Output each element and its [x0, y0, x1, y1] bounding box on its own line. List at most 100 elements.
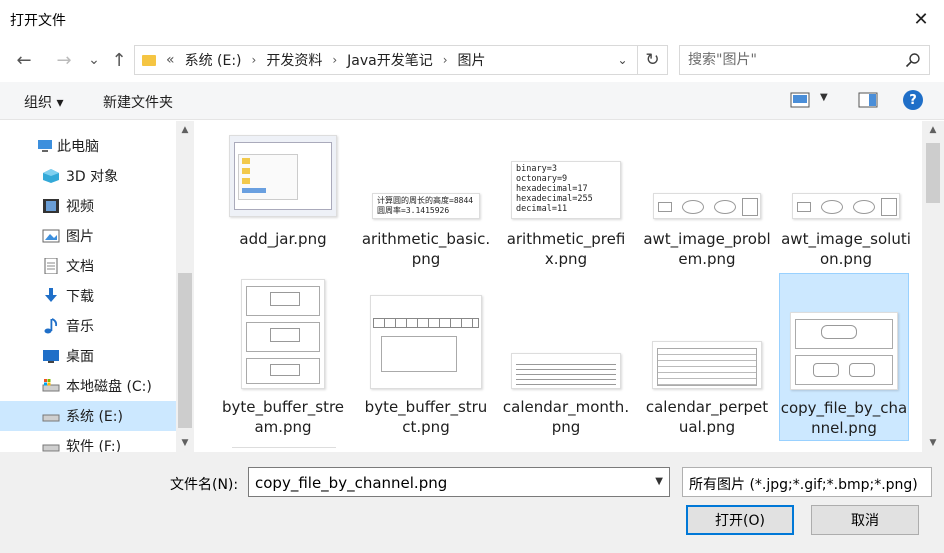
file-name: byte_buffer_struct.png	[364, 398, 488, 436]
download-icon	[45, 288, 57, 302]
address-history-button[interactable]: ⌄	[611, 46, 633, 74]
sidebar-item-drive-c[interactable]: 本地磁盘 (C:)	[0, 371, 176, 401]
sidebar-item-label: 视频	[66, 199, 94, 215]
sidebar-item-pictures[interactable]: 图片	[0, 221, 176, 251]
sidebar-item-label: 下载	[66, 289, 94, 305]
file-item[interactable]: awt_image_solution.png	[781, 121, 911, 289]
image-thumbnail	[790, 312, 898, 390]
cancel-button[interactable]: 取消	[811, 505, 919, 535]
change-view-icon[interactable]	[790, 92, 810, 108]
file-item[interactable]: byte_buffer_struct.png	[361, 273, 491, 441]
close-icon: ✕	[913, 8, 929, 30]
image-thumbnail	[511, 353, 621, 389]
file-name: awt_image_problem.png	[643, 230, 771, 268]
search-input[interactable]	[680, 46, 900, 74]
file-item[interactable]: add_jar.png	[218, 121, 348, 289]
chevron-down-icon[interactable]: ▼	[655, 476, 663, 487]
breadcrumb-separator[interactable]: ›	[443, 53, 448, 67]
sidebar-item-drive-f[interactable]: 软件 (F:)	[0, 431, 176, 452]
back-arrow-icon: ←	[16, 49, 32, 71]
open-button[interactable]: 打开(O)	[686, 505, 794, 535]
sidebar-item-drive-e[interactable]: 系统 (E:)	[0, 401, 176, 431]
window-title: 打开文件	[10, 13, 66, 29]
breadcrumb-separator[interactable]: ›	[252, 53, 257, 67]
sidebar-item-videos[interactable]: 视频	[0, 191, 176, 221]
back-button[interactable]: ←	[12, 48, 36, 72]
image-thumbnail: binary=3 octonary=9 hexadecimal=17 hexad…	[511, 161, 621, 219]
file-name: copy_file_by_channel.png	[780, 399, 908, 437]
sidebar-item-label: 软件 (F:)	[66, 439, 122, 452]
navigation-bar: ← → ⌄ ↑ « 系统 (E:) › 开发资料 › Java开发笔记 › 图片…	[0, 38, 944, 82]
refresh-button[interactable]: ↻	[637, 46, 667, 74]
file-item[interactable]: calendar_perpetual.png	[642, 273, 772, 441]
up-button[interactable]: ↑	[107, 48, 131, 72]
file-type-select[interactable]: 所有图片 (*.jpg;*.gif;*.bmp;*.png)	[682, 467, 932, 497]
view-options-chevron-icon[interactable]: ▼	[820, 92, 828, 103]
navigation-pane: 此电脑 3D 对象 视频 图片 文档 下载 音乐 桌面 本地磁盘 (C:) 系统…	[0, 121, 176, 452]
sidebar-item-documents[interactable]: 文档	[0, 251, 176, 281]
sidebar-item-3d-objects[interactable]: 3D 对象	[0, 161, 176, 191]
scroll-up-icon[interactable]: ▲	[176, 121, 194, 139]
dialog-footer: 文件名(N): copy_file_by_channel.png ▼ 所有图片 …	[0, 452, 944, 553]
music-icon	[44, 318, 58, 334]
breadcrumb-separator[interactable]: ›	[332, 53, 337, 67]
3d-objects-icon	[43, 169, 59, 183]
picture-icon	[42, 229, 60, 243]
scrollbar-thumb[interactable]	[926, 143, 940, 203]
scroll-down-icon[interactable]: ▼	[924, 434, 942, 452]
file-item[interactable]: awt_image_problem.png	[642, 121, 772, 289]
file-list-scrollbar[interactable]: ▲ ▼	[922, 121, 944, 452]
sidebar-item-this-pc[interactable]: 此电脑	[0, 131, 176, 161]
document-icon	[44, 258, 58, 274]
drive-icon	[42, 379, 60, 392]
scroll-down-icon[interactable]: ▼	[176, 434, 194, 452]
file-item[interactable]: copy_file_by_channel.png	[779, 273, 909, 441]
sidebar-item-desktop[interactable]: 桌面	[0, 341, 176, 371]
file-item[interactable]: 计算圆的周长的高度=8844 圆周率=3.1415926 arithmetic_…	[361, 121, 491, 289]
image-thumbnail	[241, 279, 325, 389]
chevron-down-icon: ⌄	[88, 52, 100, 68]
file-list: add_jar.png 计算圆的周长的高度=8844 圆周率=3.1415926…	[196, 121, 922, 452]
file-item[interactable]: byte_buffer_stream.png	[218, 273, 348, 441]
sidebar-item-label: 音乐	[66, 319, 94, 335]
title-bar: 打开文件 ✕	[0, 0, 944, 38]
breadcrumb-dev-materials[interactable]: 开发资料	[266, 50, 322, 70]
new-folder-button[interactable]: 新建文件夹	[103, 92, 173, 112]
sidebar-item-label: 桌面	[66, 349, 94, 365]
file-item[interactable]: calendar_month.png	[501, 273, 631, 441]
sidebar-item-downloads[interactable]: 下载	[0, 281, 176, 311]
scrollbar-thumb[interactable]	[178, 273, 192, 428]
close-button[interactable]: ✕	[898, 0, 944, 38]
file-name: byte_buffer_stream.png	[221, 398, 345, 436]
sidebar-item-music[interactable]: 音乐	[0, 311, 176, 341]
image-thumbnail	[229, 135, 337, 217]
filename-field[interactable]: copy_file_by_channel.png ▼	[248, 467, 670, 497]
search-box[interactable]	[679, 45, 930, 75]
drive-icon	[42, 444, 60, 452]
forward-button[interactable]: →	[52, 48, 76, 72]
preview-pane-icon[interactable]	[858, 92, 878, 108]
organize-menu[interactable]: 组织 ▾	[24, 92, 63, 112]
forward-arrow-icon: →	[56, 49, 72, 71]
image-thumbnail	[370, 295, 482, 389]
sidebar-item-label: 文档	[66, 259, 94, 275]
file-type-value: 所有图片 (*.jpg;*.gif;*.bmp;*.png)	[689, 477, 918, 493]
breadcrumb-overflow[interactable]: «	[166, 52, 175, 68]
filename-value[interactable]: copy_file_by_channel.png	[255, 474, 447, 492]
address-bar[interactable]: « 系统 (E:) › 开发资料 › Java开发笔记 › 图片 ⌄ ↻	[134, 45, 668, 75]
sidebar-scrollbar[interactable]: ▲ ▼	[176, 121, 194, 452]
up-arrow-icon: ↑	[111, 49, 127, 71]
sidebar-item-label: 图片	[66, 229, 94, 245]
search-icon[interactable]	[905, 52, 921, 68]
image-thumbnail: 计算圆的周长的高度=8844 圆周率=3.1415926	[372, 193, 480, 219]
file-name: arithmetic_basic.png	[361, 230, 491, 268]
breadcrumb-java-notes[interactable]: Java开发笔记	[347, 50, 433, 70]
computer-icon	[38, 140, 52, 152]
recent-locations-button[interactable]: ⌄	[82, 48, 106, 72]
breadcrumb-drive-e[interactable]: 系统 (E:)	[185, 50, 242, 70]
file-item[interactable]: binary=3 octonary=9 hexadecimal=17 hexad…	[501, 121, 631, 289]
breadcrumb-pictures[interactable]: 图片	[458, 50, 486, 70]
folder-icon	[142, 54, 156, 66]
scroll-up-icon[interactable]: ▲	[924, 121, 942, 139]
help-icon[interactable]: ?	[903, 90, 923, 110]
